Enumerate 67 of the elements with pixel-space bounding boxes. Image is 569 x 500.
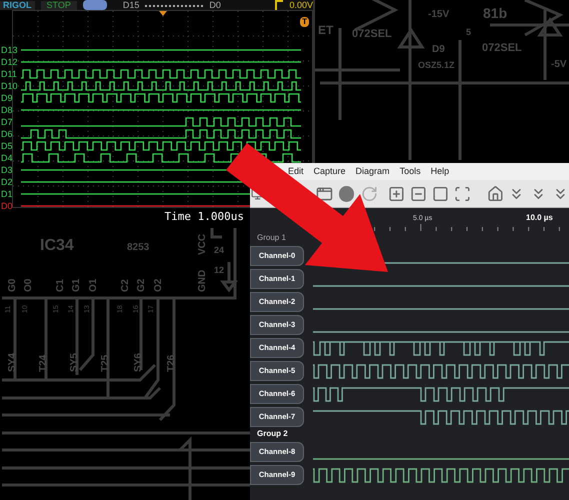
channel-label: D0 — [1, 202, 14, 210]
schematic-label: SY4 — [7, 353, 18, 372]
group-label: Group 1 — [256, 232, 287, 244]
trigger-level: 0.00V — [289, 0, 313, 10]
record-icon[interactable] — [339, 186, 354, 202]
schematic-label: 072SEL — [352, 28, 392, 40]
schematic-label: 12 — [214, 265, 224, 275]
channel-label: D7 — [1, 118, 14, 126]
menu-item[interactable]: Edit — [288, 164, 304, 178]
schematic-label: C1 — [55, 279, 66, 292]
channel-label: D1 — [1, 190, 14, 198]
schematic-label: VCC — [197, 234, 208, 255]
zoom-in-icon[interactable] — [388, 184, 405, 202]
trigger-marker: T — [300, 17, 309, 27]
schematic-label: T26 — [166, 354, 177, 372]
channel-label: D10 — [1, 82, 19, 90]
schematic-label: D9 — [432, 44, 445, 55]
channel-label: D6 — [1, 130, 14, 138]
brand-label: RIGOL — [0, 0, 34, 10]
schematic-label: G2 — [136, 278, 147, 292]
schematic-label: 8253 — [127, 242, 150, 253]
channel-label: D13 — [1, 46, 19, 54]
schematic-label: O2 — [153, 278, 164, 292]
schematic-label: G0 — [7, 278, 18, 292]
schematic-label: 24 — [214, 245, 224, 255]
channel-label: D9 — [1, 94, 14, 102]
trigger-edge-icon — [275, 0, 284, 10]
range-dots-icon — [145, 4, 204, 6]
zoom-out-icon[interactable] — [410, 184, 427, 202]
schematic-label: ET — [318, 23, 334, 37]
home-icon[interactable] — [486, 184, 504, 202]
channel-label: D4 — [1, 154, 14, 162]
schematic-label: O0 — [23, 278, 34, 292]
channel-label: D5 — [1, 142, 14, 150]
schematic-label: OSZ5.1Z — [418, 60, 455, 70]
schematic-label: -15V — [428, 9, 450, 20]
schematic-label: C2 — [120, 279, 131, 292]
schematic-label: -5V — [551, 59, 567, 70]
menu-item[interactable]: Diagram — [356, 164, 390, 178]
schematic-label: SY5 — [69, 353, 80, 372]
schematic-label: T25 — [100, 354, 111, 372]
ruler-label: 10.0 µs — [526, 212, 553, 224]
zoom-fit-icon[interactable] — [454, 184, 470, 202]
window-icon[interactable] — [316, 184, 334, 202]
channel-label: D8 — [1, 106, 14, 114]
channel-label: D12 — [1, 58, 19, 66]
schematic-label: 5 — [466, 27, 472, 37]
schematic-label: O1 — [88, 278, 99, 292]
range-start-label: D15 — [122, 0, 140, 10]
schematic-label: IC34 — [40, 237, 74, 254]
zoom-original-icon[interactable] — [432, 184, 449, 202]
run-state: STOP — [40, 0, 77, 10]
channel-label: D11 — [1, 70, 18, 78]
schematic-label: GND — [197, 270, 208, 292]
schematic-label: 072SEL — [482, 42, 522, 54]
schematic-label: 81b — [483, 5, 508, 21]
channel-label: D2 — [1, 178, 14, 186]
schematic-label: SY6 — [133, 353, 144, 372]
group-label: Group 2 — [256, 428, 289, 440]
channel-label: D3 — [1, 166, 14, 174]
schematic-label: G1 — [71, 278, 82, 292]
display-icon — [82, 0, 107, 10]
menu-item[interactable]: Capture — [314, 164, 346, 178]
schematic-label: T24 — [38, 354, 49, 372]
range-end-label: D0 — [209, 0, 221, 10]
menu-item[interactable]: Help — [430, 164, 450, 178]
menu-item[interactable]: Tools — [400, 164, 421, 178]
